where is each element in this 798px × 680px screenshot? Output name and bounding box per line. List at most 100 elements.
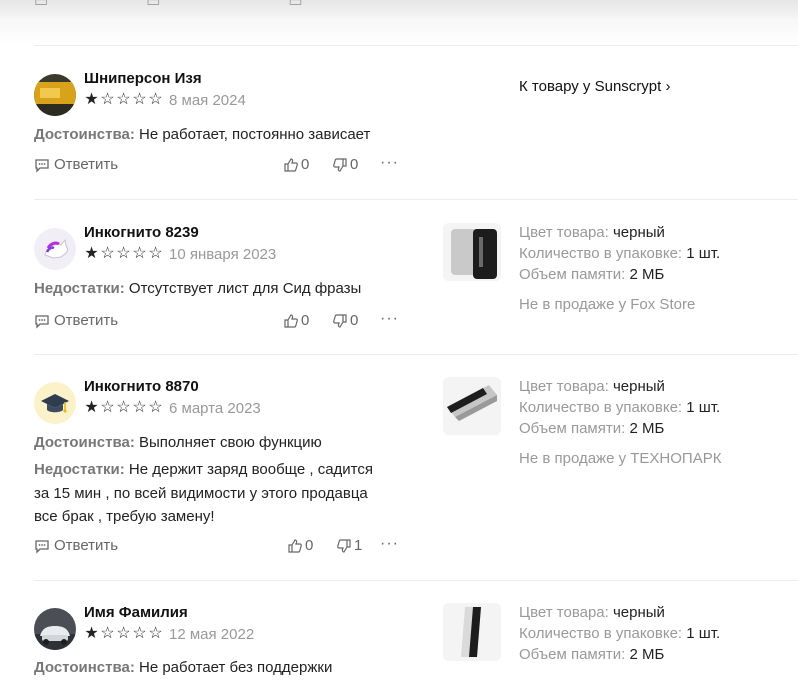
avatar <box>34 228 76 270</box>
dislike-count: 0 <box>350 312 359 329</box>
reply-button[interactable]: Ответить <box>34 537 118 554</box>
product-specs: Цвет товара: черный Количество в упаковк… <box>519 222 720 315</box>
like-count: 0 <box>301 156 310 173</box>
spec-qty-value: 1 шт. <box>682 399 721 416</box>
review-text-value: Выполняет свою функцию <box>134 434 322 451</box>
spec-color-label: Цвет товара: <box>519 378 609 395</box>
spec-color-value: черный <box>608 224 665 241</box>
review-card: Инкогнито 8870 ★ ☆ ☆ ☆ ☆ 6 марта 2023 До… <box>34 377 798 562</box>
star-empty-icon: ☆ <box>148 625 163 642</box>
review-text-line: Недостатки: Не держит заряд вообще , сад… <box>34 458 373 482</box>
spec-qty-label: Количество в упаковке: <box>519 245 683 262</box>
like-count: 0 <box>301 312 310 329</box>
spec-qty-value: 1 шт. <box>682 245 721 262</box>
star-empty-icon: ☆ <box>116 399 131 416</box>
star-filled-icon: ★ <box>84 245 99 262</box>
review-card: Имя Фамилия ★ ☆ ☆ ☆ ☆ 12 мая 2022 Достои… <box>34 603 798 680</box>
product-link[interactable]: К товару у Sunscrypt › <box>519 78 670 95</box>
review-date: 12 мая 2022 <box>169 625 255 643</box>
speech-bubble-icon <box>35 158 49 173</box>
like-button[interactable]: 0 <box>283 156 309 173</box>
dislike-button[interactable]: 1 <box>336 537 362 554</box>
reply-icon: ▭ <box>34 0 49 10</box>
product-thumbnail[interactable] <box>443 603 501 661</box>
star-empty-icon: ☆ <box>100 625 115 642</box>
reply-button[interactable]: Ответить <box>34 156 118 173</box>
product-thumbnail[interactable] <box>443 223 501 281</box>
spec-qty-label: Количество в упаковке: <box>519 625 683 642</box>
dislike-count: 0 <box>350 156 359 173</box>
reply-button[interactable]: Ответить <box>34 312 118 329</box>
spec-color-label: Цвет товара: <box>519 604 609 621</box>
star-empty-icon: ☆ <box>148 91 163 108</box>
dislike-count: 1 <box>354 537 363 554</box>
spec-color-value: черный <box>608 604 665 621</box>
review-card: Шниперсон Изя ★ ☆ ☆ ☆ ☆ 8 мая 2024 Досто… <box>34 70 798 184</box>
spec-color-value: черный <box>608 378 665 395</box>
star-empty-icon: ☆ <box>132 399 147 416</box>
divider <box>34 354 798 355</box>
rating-stars: ★ ☆ ☆ ☆ ☆ <box>84 625 163 643</box>
rating-stars: ★ ☆ ☆ ☆ ☆ <box>84 245 163 263</box>
rating-stars: ★ ☆ ☆ ☆ ☆ <box>84 91 163 109</box>
more-options-button[interactable]: ··· <box>380 535 399 553</box>
more-options-button[interactable]: ··· <box>380 154 399 172</box>
review-actions: Ответить 0 0 ··· <box>34 154 404 176</box>
star-empty-icon: ☆ <box>132 625 147 642</box>
avatar <box>34 74 76 116</box>
spec-color-label: Цвет товара: <box>519 224 609 241</box>
review-text-line: Достоинства: Не работает, постоянно зави… <box>34 123 370 147</box>
speech-bubble-icon <box>35 539 49 554</box>
review-date: 8 мая 2024 <box>169 91 246 109</box>
review-text-label: Недостатки: <box>34 461 125 478</box>
star-empty-icon: ☆ <box>116 91 131 108</box>
thumb-up-icon <box>284 313 298 328</box>
like-button[interactable]: 0 <box>283 312 309 329</box>
review-text-value: Отсутствует лист для Сид фразы <box>124 280 362 297</box>
divider <box>34 45 798 46</box>
dislike-button[interactable]: 0 <box>332 156 358 173</box>
star-empty-icon: ☆ <box>100 399 115 416</box>
product-specs: Цвет товара: черный Количество в упаковк… <box>519 602 720 665</box>
more-options-button[interactable]: ··· <box>380 310 399 328</box>
spec-memory-label: Объем памяти: <box>519 646 626 663</box>
review-text-label: Достоинства: <box>34 126 135 143</box>
review-author[interactable]: Инкогнито 8239 <box>84 224 199 241</box>
spec-memory-label: Объем памяти: <box>519 266 626 283</box>
review-text-label: Недостатки: <box>34 280 125 297</box>
review-text-label: Достоинства: <box>34 659 135 676</box>
star-filled-icon: ★ <box>84 91 99 108</box>
spec-memory-value: 2 МБ <box>625 646 665 663</box>
review-text-line: все брак , требую замену! <box>34 508 215 525</box>
spec-qty-value: 1 шт. <box>682 625 721 642</box>
rating: ★ ☆ ☆ ☆ ☆ 12 мая 2022 <box>84 625 254 643</box>
thumb-up-icon <box>284 157 298 172</box>
rating: ★ ☆ ☆ ☆ ☆ 10 января 2023 <box>84 245 276 263</box>
review-actions: Ответить 0 0 ··· <box>34 310 404 332</box>
like-count: 0 <box>305 537 314 554</box>
availability-note: Не в продаже у Fox Store <box>519 296 696 313</box>
review-date: 10 января 2023 <box>169 245 277 263</box>
reply-label: Ответить <box>54 537 119 554</box>
spec-memory-value: 2 МБ <box>625 420 665 437</box>
star-empty-icon: ☆ <box>148 399 163 416</box>
reply-label: Ответить <box>54 156 119 173</box>
star-empty-icon: ☆ <box>100 245 115 262</box>
review-date: 6 марта 2023 <box>169 399 261 417</box>
review-author[interactable]: Шниперсон Изя <box>84 70 202 87</box>
availability-note: Не в продаже у ТЕХНОПАРК <box>519 450 722 467</box>
like-button[interactable]: 0 <box>287 537 313 554</box>
review-author[interactable]: Инкогнито 8870 <box>84 378 199 395</box>
dislike-button[interactable]: 0 <box>332 312 358 329</box>
review-author[interactable]: Имя Фамилия <box>84 604 188 621</box>
rating-stars: ★ ☆ ☆ ☆ ☆ <box>84 399 163 417</box>
product-thumbnail[interactable] <box>443 377 501 435</box>
review-actions: Ответить 0 1 ··· <box>34 535 404 557</box>
star-empty-icon: ☆ <box>116 245 131 262</box>
comment-icon: ▭ <box>146 0 161 10</box>
rating: ★ ☆ ☆ ☆ ☆ 6 марта 2023 <box>84 399 261 417</box>
thumb-down-icon <box>333 313 347 328</box>
star-empty-icon: ☆ <box>116 625 131 642</box>
review-text-value: Не работает, постоянно зависает <box>134 126 371 143</box>
review-text-line: Достоинства: Не работает без поддержки <box>34 656 332 680</box>
